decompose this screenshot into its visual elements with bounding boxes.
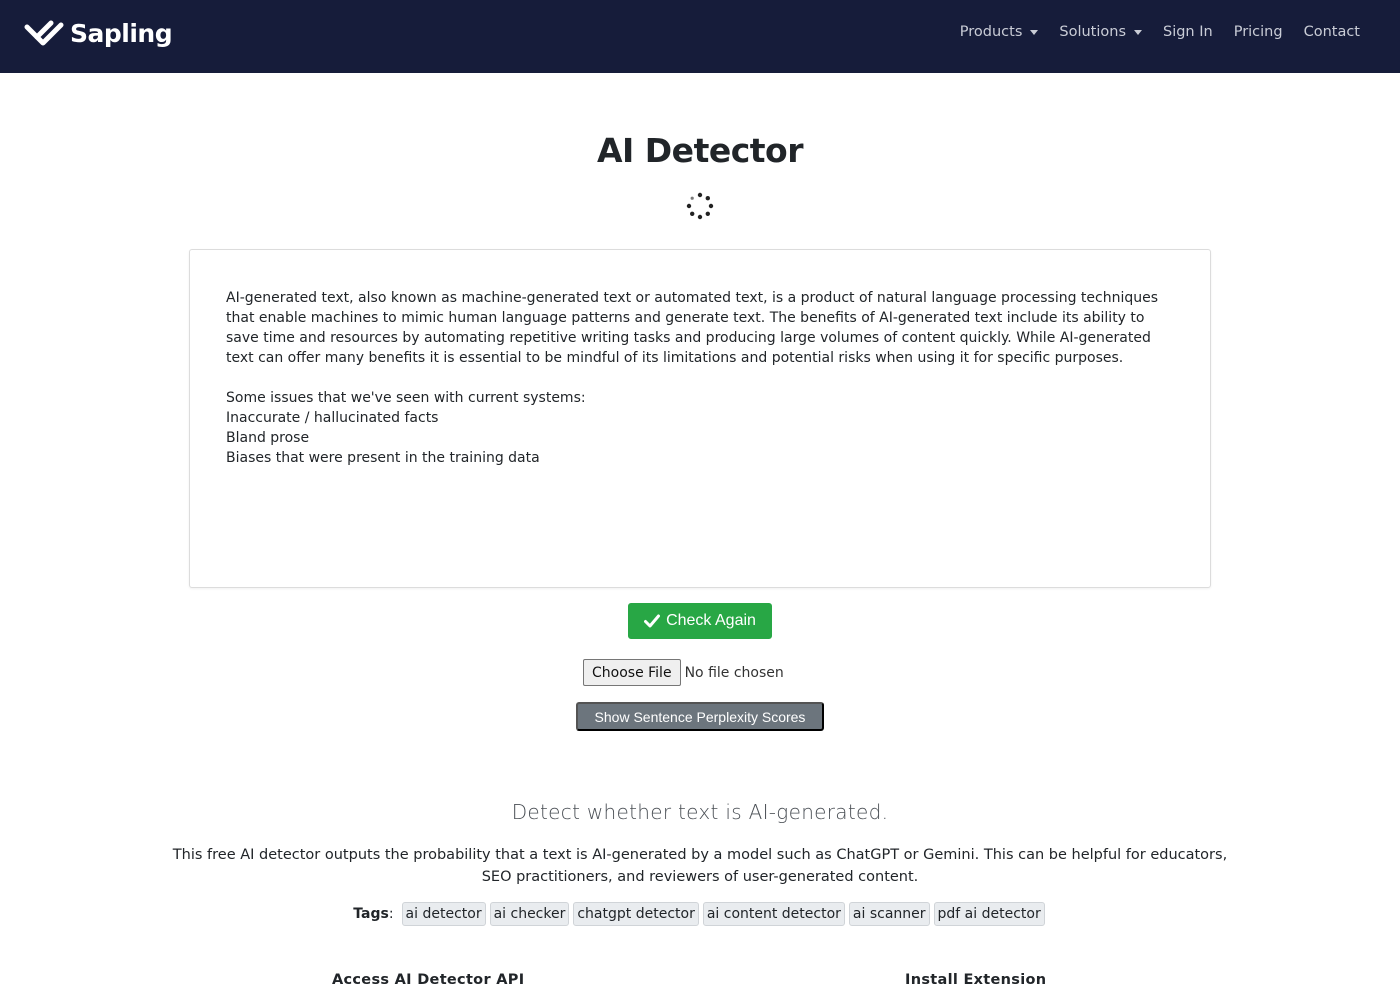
tags-list: Tags: ai detector ai checker chatgpt det… [0,902,1400,926]
sapling-logo-icon [24,20,64,46]
caret-down-icon [1134,29,1142,35]
tag-item[interactable]: ai content detector [702,902,845,926]
tag-item[interactable]: chatgpt detector [573,902,699,926]
checkmark-icon [644,614,661,628]
check-again-label: Check Again [666,612,756,629]
section-subtitle: Detect whether text is AI-generated. [511,800,889,824]
caret-down-icon [1030,29,1039,35]
nav-contact-label: Contact [1303,24,1360,40]
loading-spinner-icon [686,192,714,220]
section-description: This free AI detector outputs the probab… [172,847,1228,885]
editor-line: Bland prose [226,430,310,446]
main-nav: Products Solutions Sign In Pricing Conta… [939,24,1360,40]
tag-item[interactable]: ai detector [401,902,486,926]
top-navbar: Sapling Products Solutions Sign In Prici… [0,0,1400,73]
extension-heading: Install Extension [905,972,1047,988]
tag-item[interactable]: pdf ai detector [933,902,1045,926]
editor-line: Some issues that we've seen with current… [226,390,586,406]
nav-solutions-label: Solutions [1059,24,1126,40]
choose-file-button[interactable]: Choose File [583,659,681,686]
editor-line: Inaccurate / hallucinated facts [226,410,439,426]
nav-sign-in[interactable]: Sign In [1163,24,1213,40]
editor-paragraph: AI-generated text, also known as machine… [226,290,1163,366]
check-again-button[interactable]: Check Again [628,603,772,639]
nav-pricing-label: Pricing [1233,24,1283,40]
tag-item[interactable]: ai checker [489,902,570,926]
nav-pricing[interactable]: Pricing [1234,24,1283,40]
page-title: AI Detector [596,131,804,170]
api-heading: Access AI Detector API [332,972,525,988]
show-perplexity-label: Show Sentence Perplexity Scores [594,708,806,725]
nav-contact[interactable]: Contact [1304,24,1360,40]
tag-item[interactable]: ai scanner [848,902,930,926]
brand-logo[interactable]: Sapling [24,16,173,50]
editor-line: Biases that were present in the training… [226,450,540,466]
brand-name: Sapling [70,18,173,48]
file-input: Choose File No file chosen [583,659,784,686]
nav-products[interactable]: Products [960,24,1039,40]
file-status: No file chosen [684,664,784,681]
tags-label: Tags [353,906,389,922]
show-perplexity-button[interactable]: Show Sentence Perplexity Scores [576,702,824,731]
text-editor[interactable]: AI-generated text, also known as machine… [189,249,1211,588]
nav-solutions[interactable]: Solutions [1059,24,1142,40]
nav-sign-in-label: Sign In [1163,24,1213,40]
nav-products-label: Products [959,24,1023,40]
